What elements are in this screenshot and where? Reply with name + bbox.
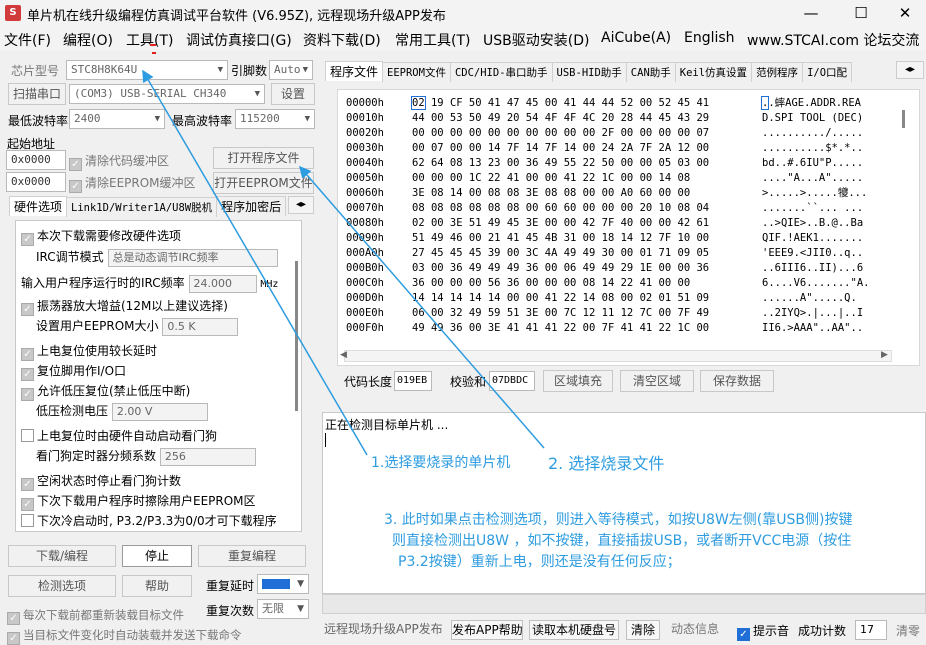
annotation-step1: 1.选择要烧录的单片机 [371,455,511,471]
annotation-step2: 2. 选择烧录文件 [548,454,665,473]
arrow-to-chip-select [142,69,368,456]
annotation-step3-line2: 则直接检测出U8W ，如不按键，直接插拔USB，或者断开VCC电源（按住 [392,533,852,549]
arrow-to-open-file [299,165,545,449]
annotation-step3-line3: P3.2按键）重新上电，则还是没有任何反应； [398,554,681,570]
annotation-step3-line1: 3. 此时如果点击检测选项，则进入等待模式，如按U8W左侧(靠USB侧)按键 [384,512,853,528]
